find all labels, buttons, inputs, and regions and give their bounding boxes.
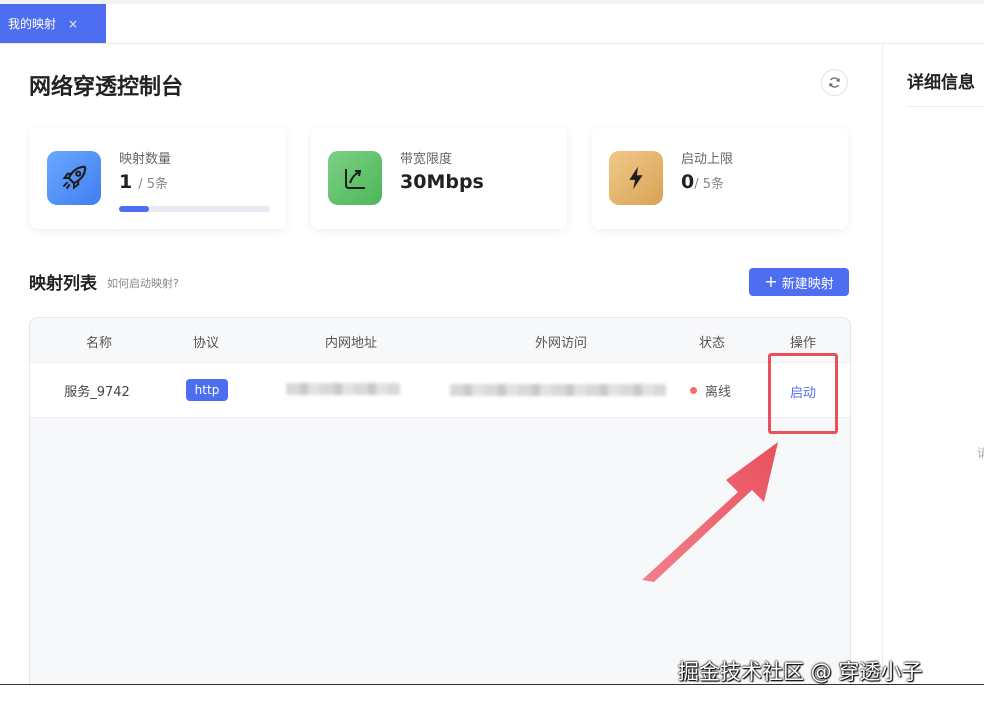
arrow-annotation-icon (642, 442, 778, 582)
tab-bar: 我的映射 × (0, 4, 984, 44)
detail-hint: 请 (977, 446, 984, 460)
speed-chart-icon (328, 151, 382, 205)
header-actions: 操作 (789, 336, 817, 351)
header-name: 名称 (85, 336, 113, 351)
start-count-value: 0 (681, 171, 695, 193)
card-mapping-count: 映射数量 1 / 5条 (30, 127, 286, 229)
mapping-progress-bar (119, 206, 270, 212)
offline-dot-icon (690, 387, 697, 394)
status-badge: 离线 (690, 381, 731, 400)
bottom-area (0, 685, 984, 706)
detail-divider (906, 106, 984, 107)
refresh-icon (829, 77, 840, 88)
tab-my-mappings[interactable]: 我的映射 × (0, 4, 106, 43)
header-protocol: 协议 (192, 336, 220, 351)
bandwidth-value: 30Mbps (400, 171, 484, 193)
header-status: 状态 (698, 336, 726, 351)
main-panel: 网络穿透控制台 映射数量 1 / 5条 带宽限度 30Mbps 启动上限 0/ 5… (0, 44, 882, 699)
mapping-count-value: 1 (119, 171, 133, 193)
card-label: 启动上限 (681, 152, 734, 167)
header-internal-address: 内网地址 (324, 336, 378, 351)
mapping-progress-fill (119, 206, 150, 212)
detail-panel: 详细信息 请 (883, 44, 984, 684)
status-text: 离线 (705, 385, 732, 400)
lightning-icon (609, 151, 663, 205)
redacted-external-address (450, 384, 666, 396)
new-mapping-button[interactable]: + 新建映射 (749, 268, 849, 296)
table-header: 名称 协议 内网地址 外网访问 状态 操作 (30, 318, 850, 363)
card-label: 带宽限度 (400, 152, 453, 167)
rocket-icon (47, 151, 101, 205)
watermark-text: 掘金技术社区 @ 穿透小子 (678, 660, 923, 684)
new-mapping-label: 新建映射 (781, 276, 834, 292)
protocol-tag: http (186, 379, 228, 401)
plus-icon: + (764, 272, 778, 291)
start-count-limit: / 5条 (694, 177, 725, 192)
table-row: 服务_9742 http 离线 启动 (30, 363, 850, 418)
card-bandwidth: 带宽限度 30Mbps (311, 127, 567, 229)
tab-label: 我的映射 (8, 17, 57, 31)
redacted-internal-address (286, 383, 400, 395)
card-value: 0/ 5条 (681, 171, 724, 193)
help-link[interactable]: 如何启动映射? (107, 275, 179, 291)
close-icon[interactable]: × (68, 17, 78, 31)
row-name: 服务_9742 (64, 385, 130, 400)
mapping-count-limit: / 5条 (138, 177, 169, 192)
card-start-limit: 启动上限 0/ 5条 (592, 127, 848, 229)
detail-title: 详细信息 (907, 73, 975, 93)
refresh-button[interactable] (821, 69, 848, 96)
highlight-annotation (768, 353, 838, 434)
card-value: 1 / 5条 (119, 171, 168, 193)
card-label: 映射数量 (119, 152, 172, 167)
header-external-access: 外网访问 (534, 336, 588, 351)
page-title: 网络穿透控制台 (29, 75, 184, 100)
section-title: 映射列表 (29, 274, 97, 294)
